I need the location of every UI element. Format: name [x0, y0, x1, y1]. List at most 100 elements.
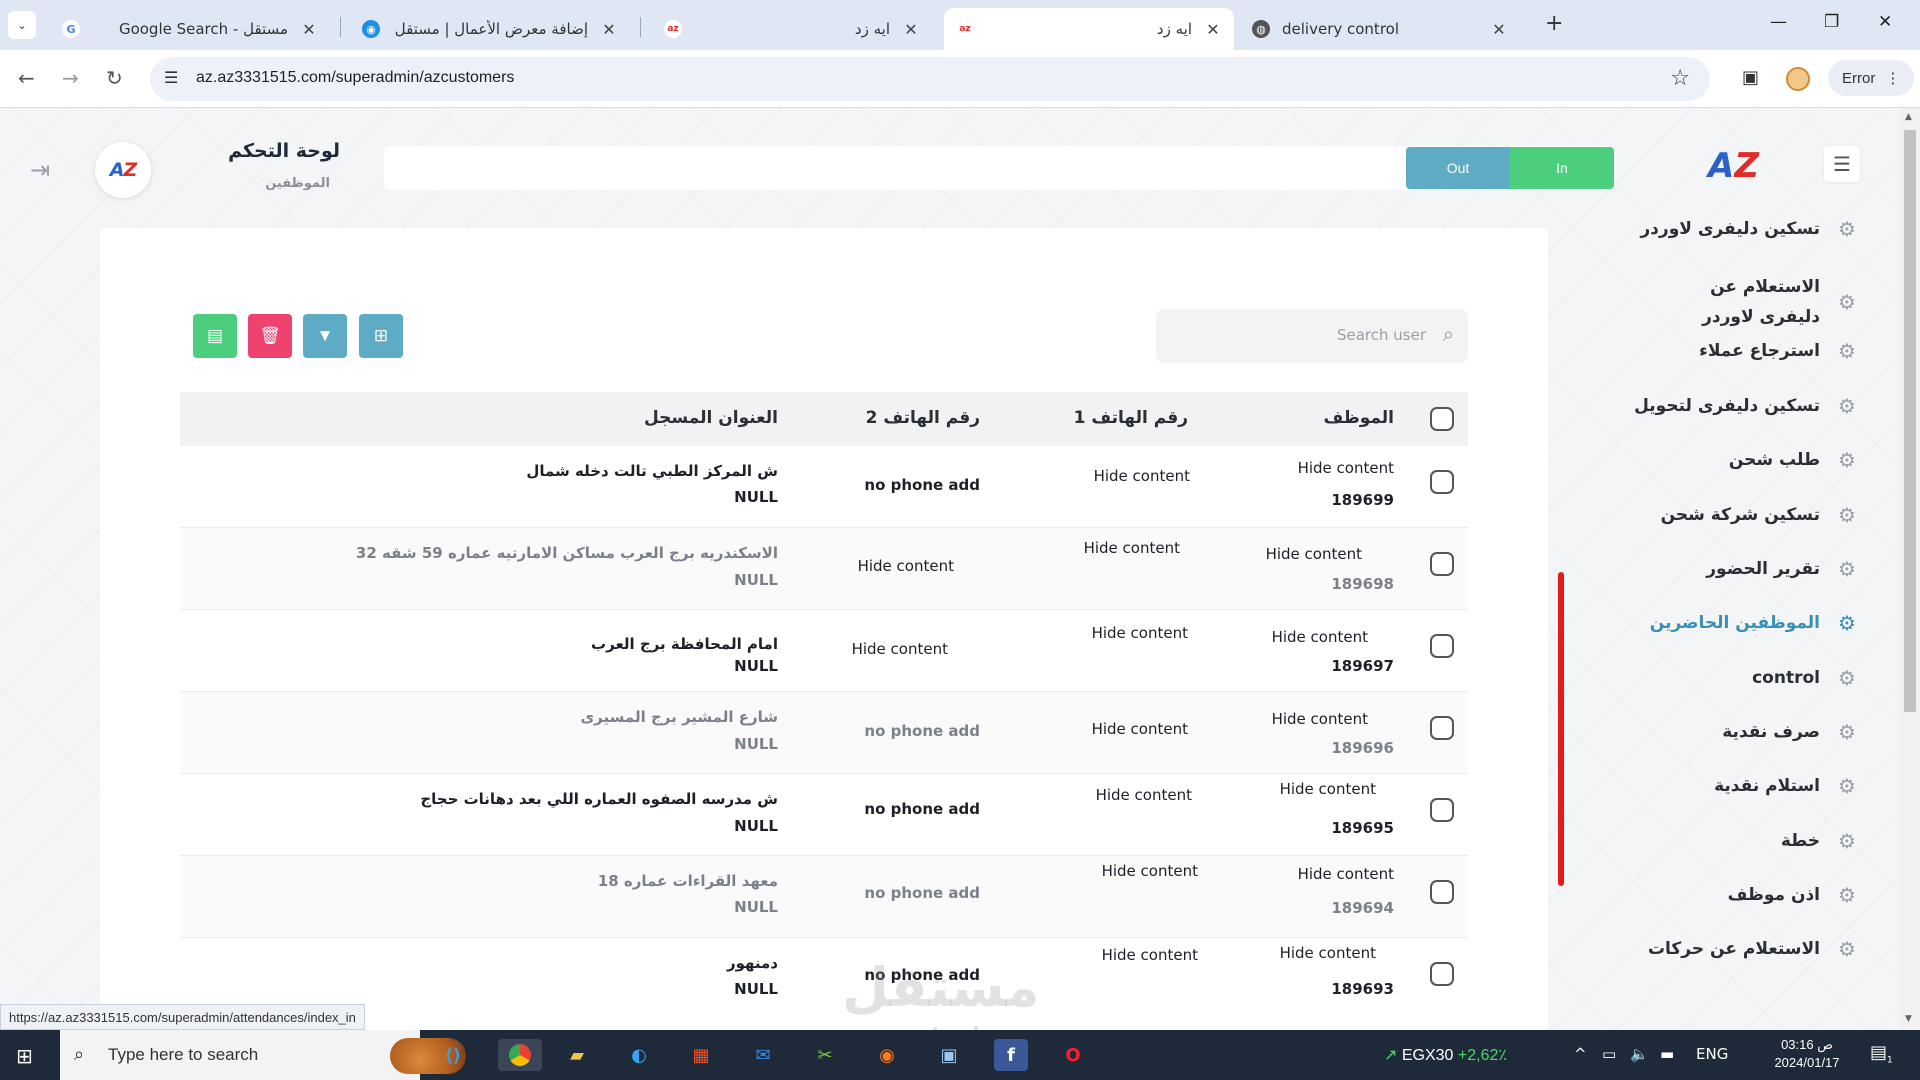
- forward-icon[interactable]: →: [62, 66, 79, 90]
- url-text[interactable]: az.az3331515.com/superadmin/azcustomers: [196, 69, 514, 87]
- user-logo[interactable]: AZ: [95, 142, 151, 198]
- firefox-icon[interactable]: ◉: [870, 1039, 904, 1071]
- close-tab-icon[interactable]: ✕: [1204, 20, 1222, 39]
- bookmark-star-icon[interactable]: ☆: [1670, 66, 1690, 91]
- row-checkbox[interactable]: [1430, 880, 1454, 904]
- close-tab-icon[interactable]: ✕: [300, 20, 318, 39]
- extension-avatar-icon[interactable]: [1786, 67, 1810, 91]
- windows-start-icon[interactable]: ⊞: [16, 1044, 33, 1068]
- row-checkbox[interactable]: [1430, 552, 1454, 576]
- volume-icon[interactable]: 🔈: [1630, 1045, 1649, 1063]
- row-checkbox[interactable]: [1430, 798, 1454, 822]
- close-tab-icon[interactable]: ✕: [902, 20, 920, 39]
- stock-ticker[interactable]: ↗ EGX30 +2,62٪: [1384, 1045, 1507, 1065]
- sidebar-item-cash-receipt[interactable]: استلام نقدية ⚙: [1600, 771, 1860, 801]
- sidebar-item-employee-permission[interactable]: اذن موظف ⚙: [1600, 880, 1860, 910]
- meet-now-icon[interactable]: ▭: [1602, 1045, 1616, 1063]
- export-excel-button[interactable]: ▤: [193, 314, 237, 358]
- column-phone-2[interactable]: رقم الهاتف 2: [866, 408, 980, 428]
- profile-error-button[interactable]: Error ⋮: [1828, 60, 1915, 96]
- table-row[interactable]: Hide content 189697 Hide content Hide co…: [180, 610, 1468, 692]
- sidebar-item-plan[interactable]: خطة ⚙: [1600, 826, 1860, 856]
- mail-icon[interactable]: ✉: [746, 1039, 780, 1071]
- vscode-icon[interactable]: ⟨⟩: [436, 1039, 470, 1071]
- scrollbar-thumb[interactable]: [1904, 130, 1916, 712]
- url-bar[interactable]: ☰ az.az3331515.com/superadmin/azcustomer…: [150, 57, 1710, 101]
- store-icon[interactable]: ▦: [684, 1039, 718, 1071]
- column-phone-1[interactable]: رقم الهاتف 1: [1074, 408, 1188, 428]
- select-all-checkbox[interactable]: [1430, 407, 1454, 431]
- check-in-button[interactable]: In: [1510, 147, 1614, 189]
- more-options-icon[interactable]: ⋮: [1885, 69, 1900, 87]
- table-row[interactable]: Hide content 189694 Hide content no phon…: [180, 856, 1468, 938]
- tab-delivery-control[interactable]: ◍ delivery control ✕: [1240, 8, 1520, 50]
- sidebar-item-query-delivery-order[interactable]: الاستعلام عن دليفرى لاوردر ⚙: [1600, 272, 1860, 332]
- facebook-icon[interactable]: f: [994, 1039, 1028, 1071]
- site-settings-icon[interactable]: ☰: [164, 68, 178, 87]
- new-tab-button[interactable]: +: [1545, 11, 1563, 36]
- sidebar-item-assign-delivery-transfer[interactable]: تسكين دليفرى لتحويل ⚙: [1600, 391, 1860, 421]
- search-user-input[interactable]: Search user ⌕: [1156, 309, 1468, 363]
- file-explorer-icon[interactable]: ▰: [560, 1039, 594, 1071]
- show-hidden-icons[interactable]: ^: [1574, 1045, 1587, 1063]
- taskbar-clock[interactable]: 03:16 ص 2024/01/17: [1764, 1036, 1850, 1072]
- row-checkbox[interactable]: [1430, 962, 1454, 986]
- sidebar-item-assign-shipping-company[interactable]: تسكين شركة شحن ⚙: [1600, 500, 1860, 530]
- search-icon: ⌕: [74, 1044, 85, 1065]
- menu-toggle-icon[interactable]: ☰: [1824, 146, 1860, 182]
- page-scrollbar[interactable]: ▲ ▼: [1900, 108, 1920, 1030]
- tab-mostaql-portfolio[interactable]: ◉ إضافة معرض الأعمال | مستقل ✕: [350, 8, 630, 50]
- scroll-up-icon[interactable]: ▲: [1905, 112, 1912, 122]
- table-row[interactable]: Hide content 189699 Hide content no phon…: [180, 446, 1468, 528]
- side-panel-icon[interactable]: ▣: [1742, 67, 1759, 88]
- sidebar-item-present-employees[interactable]: الموظفين الحاضرين ⚙: [1600, 608, 1860, 638]
- filter-button[interactable]: ▼: [303, 314, 347, 358]
- table-row[interactable]: Hide content 189695 Hide content no phon…: [180, 774, 1468, 856]
- row-checkbox[interactable]: [1430, 716, 1454, 740]
- tab-search-button[interactable]: ⌄: [8, 11, 36, 39]
- gear-icon: ⚙: [1838, 720, 1856, 744]
- notification-icon[interactable]: ▤1: [1870, 1042, 1893, 1066]
- row-checkbox[interactable]: [1430, 634, 1454, 658]
- table-row[interactable]: Hide content 189698 Hide content Hide co…: [180, 528, 1468, 610]
- close-tab-icon[interactable]: ✕: [600, 20, 618, 39]
- sidebar-item-cash-disbursement[interactable]: صرف نقدية ⚙: [1600, 717, 1860, 747]
- tab-google-search[interactable]: G Google Search - مستقل ✕: [50, 8, 330, 50]
- chrome-icon[interactable]: [498, 1039, 542, 1071]
- close-tab-icon[interactable]: ✕: [1490, 20, 1508, 39]
- sidebar-item-control[interactable]: control ⚙: [1600, 663, 1860, 693]
- sidebar-item-attendance-report[interactable]: تقرير الحضور ⚙: [1600, 554, 1860, 584]
- table-row[interactable]: Hide content 189693 Hide content no phon…: [180, 938, 1468, 1020]
- edge-icon[interactable]: ◐: [622, 1039, 656, 1071]
- table-row[interactable]: Hide content 189696 Hide content no phon…: [180, 692, 1468, 774]
- scroll-down-icon[interactable]: ▼: [1905, 1014, 1912, 1024]
- add-button[interactable]: ⊞: [359, 314, 403, 358]
- restore-icon[interactable]: ❐: [1824, 12, 1839, 32]
- minimize-icon[interactable]: —: [1770, 12, 1787, 32]
- network-app-icon[interactable]: ▣: [932, 1039, 966, 1071]
- close-window-icon[interactable]: ✕: [1878, 12, 1892, 32]
- column-address[interactable]: العنوان المسجل: [644, 408, 778, 428]
- check-out-button[interactable]: Out: [1406, 147, 1510, 189]
- reload-icon[interactable]: ↻: [106, 66, 123, 90]
- sidebar-item-assign-delivery-order[interactable]: تسكين دليفرى لاوردر ⚙: [1600, 214, 1860, 244]
- delete-button[interactable]: 🗑: [248, 314, 292, 358]
- az-icon: az: [664, 20, 682, 38]
- tab-az-1[interactable]: az ايه زد ✕: [652, 8, 932, 50]
- sidebar-item-shipping-request[interactable]: طلب شحن ⚙: [1600, 445, 1860, 475]
- brand-logo[interactable]: AZ: [1708, 146, 1759, 186]
- opera-icon[interactable]: O: [1056, 1039, 1090, 1071]
- highlight-annotation: [1558, 572, 1564, 886]
- snipping-tool-icon[interactable]: ✂: [808, 1039, 842, 1071]
- language-indicator[interactable]: ENG: [1696, 1045, 1728, 1063]
- column-employee[interactable]: الموظف: [1323, 408, 1394, 428]
- tab-az-active[interactable]: az ايه زد ✕: [944, 8, 1234, 50]
- sidebar-item-restore-customers[interactable]: استرجاع عملاء ⚙: [1600, 336, 1860, 366]
- sidebar-item-query-transactions[interactable]: الاستعلام عن حركات ⚙: [1600, 934, 1860, 964]
- taskbar-search-box[interactable]: ⌕ Type here to search: [60, 1030, 466, 1080]
- logout-icon[interactable]: ⇥: [30, 156, 50, 184]
- back-icon[interactable]: ←: [18, 66, 35, 90]
- row-checkbox[interactable]: [1430, 470, 1454, 494]
- battery-icon[interactable]: ▬: [1660, 1045, 1674, 1063]
- table-header: الموظف رقم الهاتف 1 رقم الهاتف 2 العنوان…: [180, 392, 1468, 446]
